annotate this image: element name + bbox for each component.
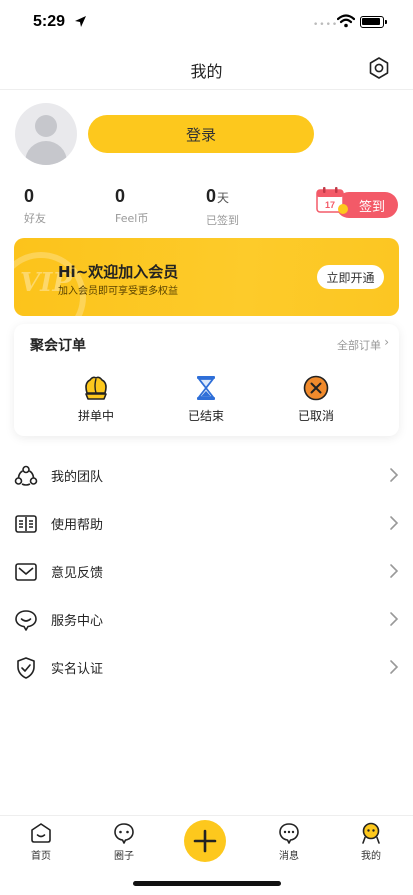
stat-checked-in-unit: 天 — [217, 191, 230, 205]
order-tab-label: 已取消 — [297, 409, 334, 423]
circle-icon — [114, 823, 134, 844]
chevron-right-icon — [390, 612, 399, 626]
menu-item-my-team[interactable]: 我的团队 — [0, 452, 413, 500]
tab-circle[interactable]: 圈子 — [94, 822, 154, 862]
menu-item-service-center[interactable]: 服务中心 — [0, 596, 413, 644]
stat-friends[interactable]: 0 好友 — [24, 186, 46, 226]
menu-label: 我的团队 — [51, 470, 104, 485]
stat-feel-coin[interactable]: 0 Feel币 — [115, 186, 148, 226]
tab-label: 圈子 — [114, 851, 134, 862]
menu-item-real-name-auth[interactable]: 实名认证 — [0, 644, 413, 692]
vip-subtitle: 加入会员即可享受更多权益 — [58, 286, 178, 297]
plus-icon — [193, 829, 217, 853]
tab-home[interactable]: 首页 — [11, 822, 71, 862]
battery-icon — [360, 16, 387, 28]
chat-service-icon — [15, 610, 37, 631]
login-button[interactable]: 登录 — [88, 115, 314, 153]
calendar-icon: 17 — [316, 187, 348, 214]
team-icon — [14, 465, 38, 486]
tab-label: 首页 — [31, 851, 51, 862]
stat-checked-in-label: 已签到 — [206, 214, 239, 227]
message-icon — [279, 823, 299, 844]
stat-friends-value: 0 — [24, 186, 35, 206]
order-tab-label: 拼单中 — [77, 409, 114, 423]
menu-label: 服务中心 — [51, 614, 104, 629]
group-order-icon — [85, 376, 107, 400]
menu-item-feedback[interactable]: 意见反馈 — [0, 548, 413, 596]
profile-icon — [362, 822, 380, 844]
home-indicator — [133, 881, 281, 886]
chevron-right-icon — [390, 516, 399, 530]
shield-check-icon — [17, 657, 35, 679]
stat-feel-coin-value: 0 — [115, 186, 126, 206]
mail-icon — [15, 563, 37, 581]
status-bar: 5:29 •••• — [0, 0, 413, 46]
tab-label: 消息 — [279, 851, 299, 862]
avatar[interactable] — [15, 103, 77, 165]
menu-label: 意见反馈 — [51, 566, 104, 581]
tab-label: 我的 — [361, 851, 381, 862]
calendar-day: 17 — [325, 200, 335, 210]
order-tab-cancelled[interactable]: 已取消 — [276, 373, 356, 424]
vip-title: Hi~欢迎加入会员 — [58, 263, 179, 281]
home-icon — [31, 823, 51, 843]
checkin-button[interactable]: 签到 17 — [314, 187, 398, 218]
book-icon — [15, 515, 37, 533]
menu-label: 使用帮助 — [51, 518, 104, 533]
menu-label: 实名认证 — [51, 662, 104, 677]
stat-checked-in[interactable]: 0天 已签到 — [206, 186, 239, 228]
page-title: 我的 — [190, 62, 223, 81]
order-tab-ended[interactable]: 已结束 — [166, 373, 246, 424]
order-tab-in-progress[interactable]: 拼单中 — [56, 373, 136, 424]
stat-checked-in-value: 0 — [206, 186, 217, 206]
stat-friends-label: 好友 — [24, 212, 46, 225]
stat-feel-coin-label: Feel币 — [115, 212, 149, 225]
add-button[interactable] — [184, 820, 226, 862]
chevron-right-icon: › — [384, 335, 389, 349]
order-tab-label: 已结束 — [187, 409, 224, 423]
hourglass-icon — [197, 376, 215, 400]
nav-bar: 我的 — [0, 46, 413, 90]
orders-card: 聚会订单 全部订单 › 拼单中 已结束 已取消 — [14, 324, 399, 436]
wifi-icon — [337, 14, 355, 28]
chevron-right-icon — [390, 564, 399, 578]
tab-profile[interactable]: 我的 — [341, 822, 401, 862]
status-time: 5:29 — [33, 13, 66, 30]
menu-item-help[interactable]: 使用帮助 — [0, 500, 413, 548]
vip-open-button[interactable]: 立即开通 — [317, 265, 384, 289]
orders-all-link[interactable]: 全部订单 — [337, 337, 381, 353]
chevron-right-icon — [390, 468, 399, 482]
chevron-right-icon — [390, 660, 399, 674]
settings-hexagon-icon[interactable] — [366, 55, 392, 81]
signal-icon: •••• — [313, 20, 339, 30]
vip-banner[interactable]: VIP Hi~欢迎加入会员 加入会员即可享受更多权益 立即开通 — [14, 238, 399, 316]
location-arrow-icon — [75, 16, 86, 27]
orders-title: 聚会订单 — [30, 338, 86, 354]
tab-messages[interactable]: 消息 — [259, 822, 319, 862]
cancel-icon — [303, 375, 329, 401]
